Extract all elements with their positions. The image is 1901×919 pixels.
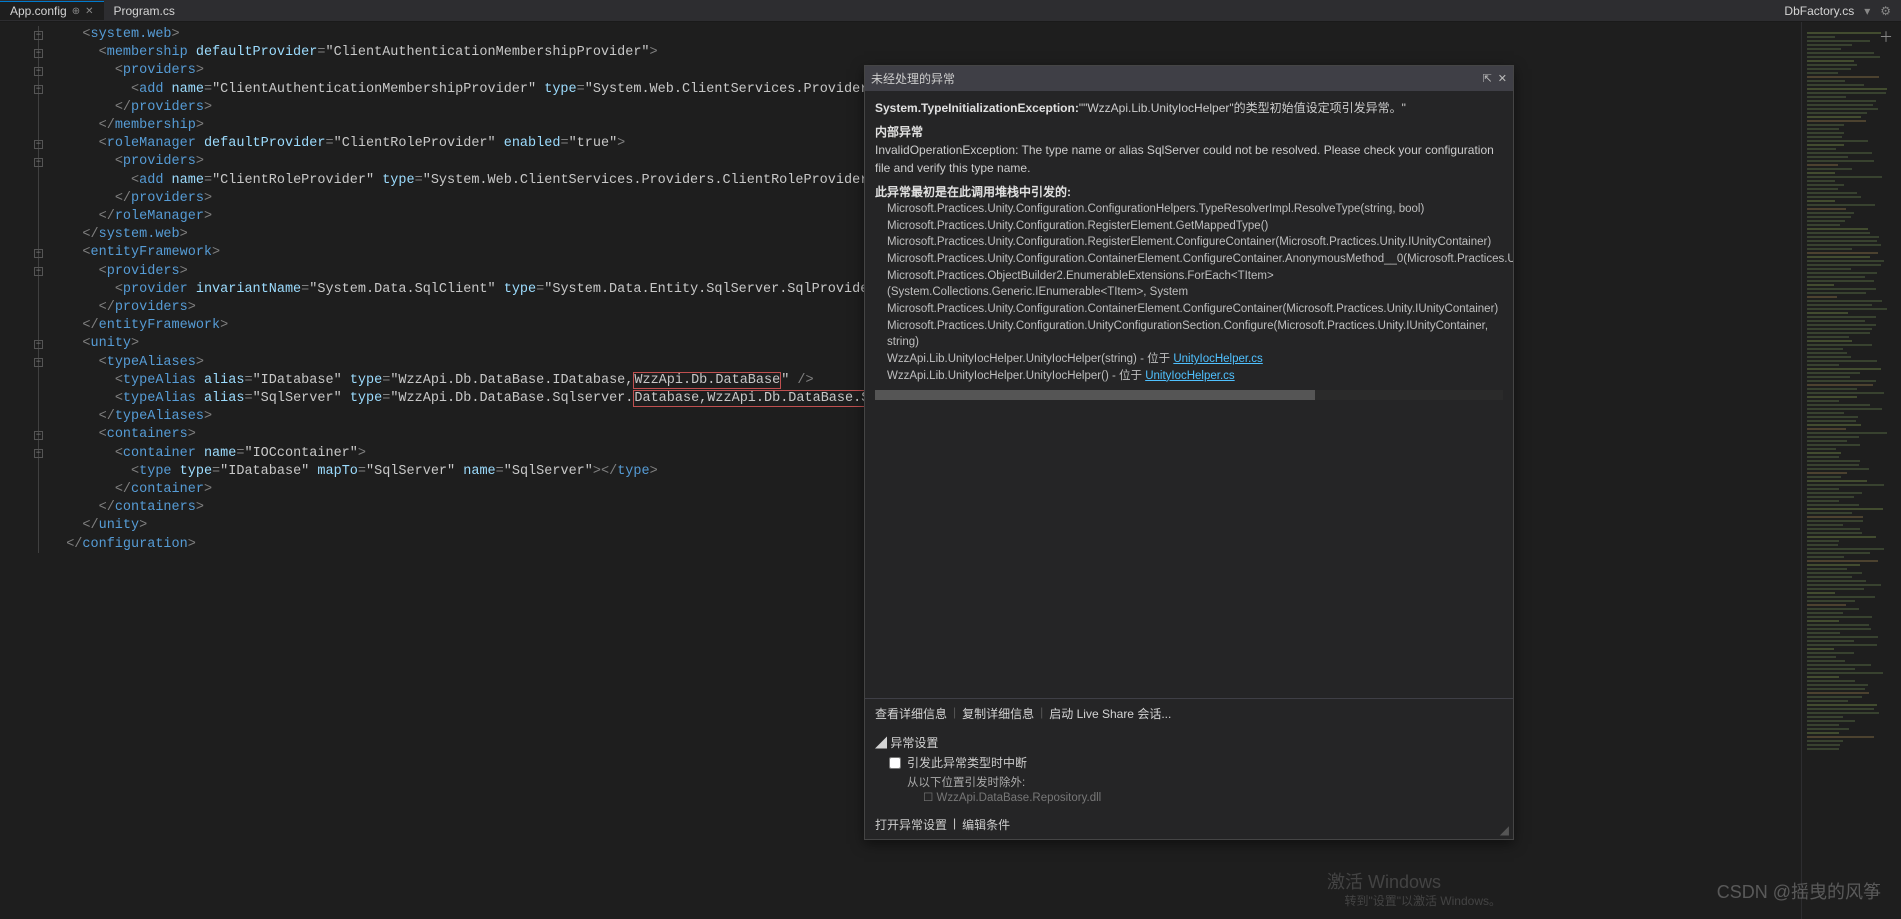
exception-footer: 打开异常设置 | 编辑条件	[865, 810, 1513, 839]
exception-actions: 查看详细信息 | 复制详细信息 | 启动 Live Share 会话...	[865, 698, 1513, 728]
exception-header[interactable]: 未经处理的异常 ⇱ ✕	[865, 66, 1513, 91]
minimap[interactable]: ＋	[1801, 22, 1901, 919]
resize-grip-icon[interactable]: ◢	[1500, 823, 1509, 837]
gutter-line	[0, 281, 50, 299]
tab-label: Program.cs	[114, 4, 175, 18]
stack-frame: Microsoft.Practices.ObjectBuilder2.Enume…	[887, 268, 1503, 301]
fold-toggle-icon[interactable]: −	[34, 449, 43, 458]
stack-trace: Microsoft.Practices.Unity.Configuration.…	[875, 201, 1503, 384]
gutter-line	[0, 535, 50, 553]
gutter-line	[0, 172, 50, 190]
fold-toggle-icon[interactable]: −	[34, 431, 43, 440]
stack-frame: WzzApi.Lib.UnityIocHelper.UnityIocHelper…	[887, 368, 1503, 385]
dropdown-icon[interactable]: ▾	[1864, 4, 1870, 18]
gutter-line	[0, 208, 50, 226]
fold-toggle-icon[interactable]: −	[34, 358, 43, 367]
fold-toggle-icon[interactable]: −	[34, 158, 43, 167]
stack-frame: WzzApi.Lib.UnityIocHelper.UnityIocHelper…	[887, 351, 1503, 368]
copy-details-link[interactable]: 复制详细信息	[962, 705, 1034, 722]
gutter-line: −	[0, 262, 50, 280]
gutter-line	[0, 372, 50, 390]
except-from-label: 从以下位置引发时除外:	[875, 774, 1503, 790]
tab-program-cs[interactable]: Program.cs	[104, 2, 185, 20]
close-icon[interactable]: ✕	[85, 6, 93, 17]
gutter-line	[0, 481, 50, 499]
plus-icon[interactable]: ＋	[1879, 27, 1893, 47]
gutter-line: −	[0, 353, 50, 371]
gutter-line	[0, 408, 50, 426]
tab-app-config[interactable]: App.config ⊕ ✕	[0, 1, 104, 20]
gutter-line	[0, 299, 50, 317]
stack-frame: Microsoft.Practices.Unity.Configuration.…	[887, 201, 1503, 218]
fold-toggle-icon[interactable]: −	[34, 85, 43, 94]
fold-toggle-icon[interactable]: −	[34, 267, 43, 276]
gutter-line: −	[0, 62, 50, 80]
stack-frame: Microsoft.Practices.Unity.Configuration.…	[887, 318, 1503, 351]
gutter-line	[0, 517, 50, 535]
pin-icon[interactable]: ⊕	[72, 6, 80, 17]
gutter-line: −	[0, 444, 50, 462]
code-line[interactable]: <membership defaultProvider="ClientAuthe…	[50, 44, 1801, 62]
gutter-line	[0, 390, 50, 408]
inner-exception-label: 内部异常	[875, 123, 1503, 141]
popup-close-icon[interactable]: ✕	[1498, 72, 1507, 85]
gutter-line	[0, 99, 50, 117]
gutter-line: −	[0, 244, 50, 262]
inner-exception-text: InvalidOperationException: The type name…	[875, 141, 1503, 177]
gutter-line	[0, 317, 50, 335]
stack-link[interactable]: UnityIocHelper.cs	[1145, 370, 1234, 382]
stack-frame: Microsoft.Practices.Unity.Configuration.…	[887, 234, 1503, 251]
exception-body: System.TypeInitializationException:""Wzz…	[865, 91, 1513, 408]
break-on-type-checkbox[interactable]: 引发此异常类型时中断	[875, 751, 1503, 774]
gutter: − − − − − − − − − − − −	[0, 22, 50, 919]
exception-type: System.TypeInitializationException:	[875, 101, 1079, 115]
right-tab-group: DbFactory.cs ▾ ⚙	[1784, 4, 1901, 18]
fold-toggle-icon[interactable]: −	[34, 340, 43, 349]
fold-toggle-icon[interactable]: −	[34, 49, 43, 58]
stack-frame: Microsoft.Practices.Unity.Configuration.…	[887, 301, 1503, 318]
gutter-line	[0, 499, 50, 517]
gutter-line: −	[0, 81, 50, 99]
exception-popup: 未经处理的异常 ⇱ ✕ System.TypeInitializationExc…	[864, 65, 1514, 840]
gutter-line	[0, 117, 50, 135]
tab-label: App.config	[10, 4, 67, 18]
exception-message: ""WzzApi.Lib.UnityIocHelper"的类型初始值设定项引发异…	[1079, 101, 1406, 115]
gutter-line: −	[0, 426, 50, 444]
gutter-line: −	[0, 335, 50, 353]
edit-conditions-link[interactable]: 编辑条件	[962, 816, 1010, 833]
stack-link[interactable]: UnityIocHelper.cs	[1173, 353, 1262, 365]
exception-title: 未经处理的异常	[871, 70, 1483, 87]
tab-dbfactory[interactable]: DbFactory.cs	[1784, 4, 1854, 18]
settings-header[interactable]: ◢ 异常设置	[875, 734, 1503, 751]
stack-frame: Microsoft.Practices.Unity.Configuration.…	[887, 251, 1503, 268]
start-liveshare-link[interactable]: 启动 Live Share 会话...	[1049, 705, 1171, 722]
fold-toggle-icon[interactable]: −	[34, 140, 43, 149]
gutter-line: −	[0, 153, 50, 171]
exception-settings: ◢ 异常设置 引发此异常类型时中断 从以下位置引发时除外: ☐ WzzApi.D…	[865, 728, 1513, 810]
gutter-line	[0, 463, 50, 481]
except-item: ☐ WzzApi.DataBase.Repository.dll	[875, 790, 1503, 804]
horizontal-scrollbar[interactable]	[875, 390, 1503, 400]
popup-expand-icon[interactable]: ⇱	[1483, 72, 1492, 85]
stack-header: 此异常最初是在此调用堆栈中引发的:	[875, 183, 1503, 201]
tab-bar: App.config ⊕ ✕ Program.cs DbFactory.cs ▾…	[0, 0, 1901, 22]
checkbox-input[interactable]	[889, 757, 901, 769]
code-line[interactable]: <system.web>	[50, 26, 1801, 44]
gutter-line: −	[0, 44, 50, 62]
gear-icon[interactable]: ⚙	[1880, 4, 1891, 18]
gutter-line: −	[0, 26, 50, 44]
gutter-line	[0, 226, 50, 244]
gutter-line: −	[0, 135, 50, 153]
fold-toggle-icon[interactable]: −	[34, 67, 43, 76]
gutter-line	[0, 190, 50, 208]
stack-frame: Microsoft.Practices.Unity.Configuration.…	[887, 218, 1503, 235]
view-details-link[interactable]: 查看详细信息	[875, 705, 947, 722]
fold-toggle-icon[interactable]: −	[34, 31, 43, 40]
open-settings-link[interactable]: 打开异常设置	[875, 816, 947, 833]
fold-toggle-icon[interactable]: −	[34, 249, 43, 258]
